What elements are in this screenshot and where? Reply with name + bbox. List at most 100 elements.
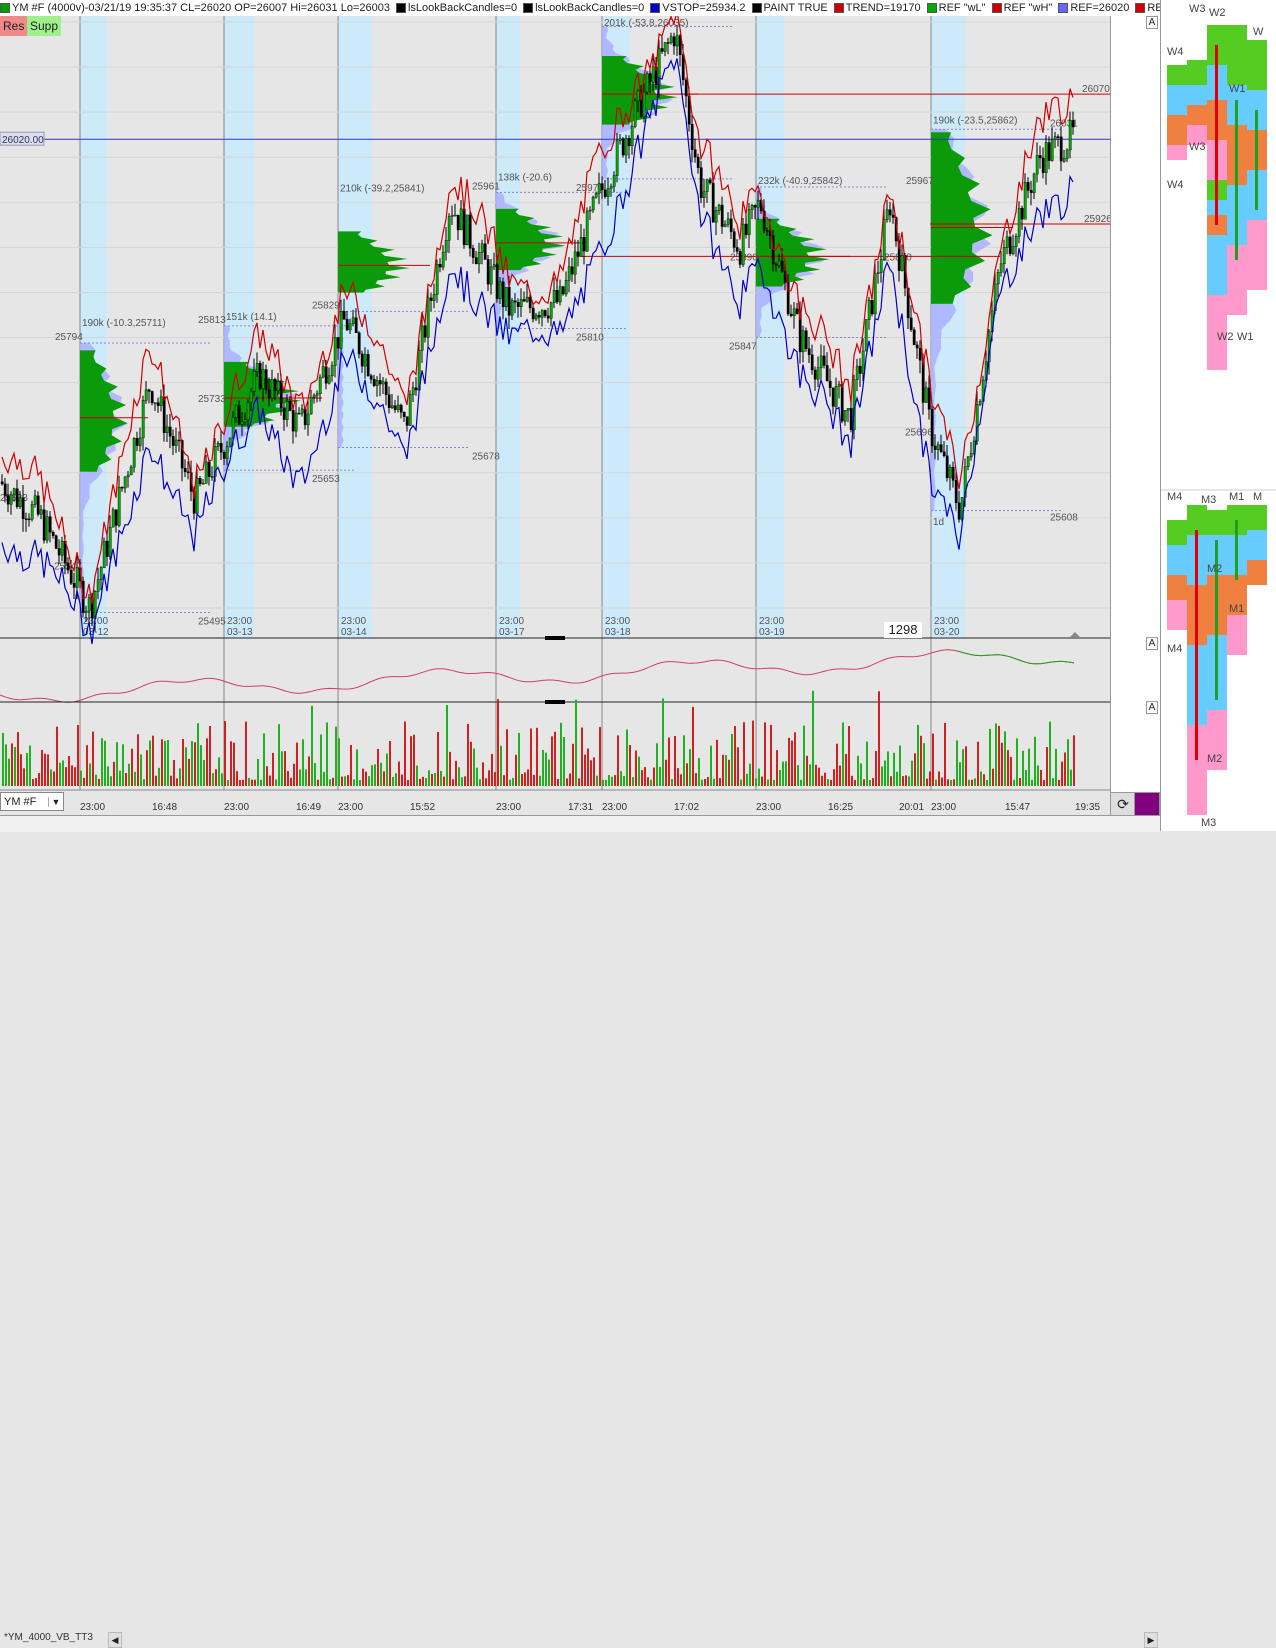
candle-body xyxy=(54,535,58,549)
volume-bar xyxy=(68,756,70,786)
price-axis[interactable] xyxy=(1110,16,1161,816)
profile-high-label: 25829 xyxy=(312,300,340,311)
volume-bar xyxy=(125,773,127,786)
volume-bar xyxy=(818,767,820,786)
candle-body xyxy=(3,483,7,496)
candle-body xyxy=(699,167,703,198)
candle-body xyxy=(411,387,415,395)
candle-body xyxy=(465,214,469,246)
volume-bar xyxy=(203,760,205,786)
candle-body xyxy=(636,90,640,102)
volume-bar xyxy=(317,779,319,786)
volume-bar xyxy=(788,737,790,786)
candle-body xyxy=(84,610,88,613)
candle-body xyxy=(807,348,811,356)
scroll-right-icon[interactable]: ▶ xyxy=(1144,1632,1158,1648)
volume-bar xyxy=(692,706,694,786)
chevron-down-icon[interactable]: ▼ xyxy=(48,796,63,807)
volume-bar xyxy=(1058,779,1060,786)
candle-body xyxy=(96,579,100,592)
autoscale-flag-osc[interactable]: A xyxy=(1146,637,1158,650)
candle-body xyxy=(315,393,319,396)
candle-body xyxy=(516,302,520,308)
candle-body xyxy=(156,402,160,406)
candle-body xyxy=(756,200,760,208)
candle-body xyxy=(513,300,517,303)
time-tick-label: 15:52 xyxy=(410,802,435,813)
candle-body xyxy=(939,444,943,452)
volume-bar xyxy=(998,725,1000,786)
candle-body xyxy=(1035,155,1039,175)
price-chart[interactable]: 190k (-10.3,25711)25794254952554723:0003… xyxy=(0,0,1160,815)
candle-body xyxy=(120,486,124,489)
candle-body xyxy=(123,476,127,489)
volume-bar xyxy=(650,779,652,786)
monthly-label: M1 xyxy=(1229,491,1244,503)
volume-bar xyxy=(83,777,85,786)
scroll-left-icon[interactable]: ◀ xyxy=(108,1632,122,1648)
volume-bar xyxy=(26,753,28,786)
volume-bar xyxy=(842,722,844,786)
candle-body xyxy=(978,401,982,405)
chart-tab[interactable]: *YM_4000_VB_TT3 xyxy=(0,1632,93,1643)
volume-bar xyxy=(704,778,706,786)
candle-body xyxy=(867,299,871,320)
volume-bar xyxy=(995,723,997,786)
instrument-selector[interactable]: YM #F ▼ xyxy=(0,792,64,811)
candle-body xyxy=(354,317,358,333)
profile-volume-label: 232k (-40.9,25842) xyxy=(758,176,843,187)
weekly-monthly-profiles: W3 W2W4W1WW3W4W2 W1M4 M3 M1 MM2M1M4M2M3 xyxy=(1161,3,1276,829)
volume-bar xyxy=(506,729,508,786)
volume-bar xyxy=(647,777,649,786)
candle-body xyxy=(843,410,847,422)
volume-bar xyxy=(191,741,193,786)
candle-body xyxy=(174,439,178,446)
chart-area[interactable]: 190k (-10.3,25711)25794254952554723:0003… xyxy=(0,0,1161,816)
candle-body xyxy=(642,91,646,117)
volume-bar xyxy=(221,773,223,786)
candle-body xyxy=(1014,236,1018,247)
volume-bar xyxy=(440,771,442,786)
candle-body xyxy=(792,308,796,317)
volume-bar xyxy=(752,720,754,786)
candle-body xyxy=(630,126,634,147)
volume-bar xyxy=(638,756,640,786)
volume-bar xyxy=(668,737,670,786)
volume-bar xyxy=(800,779,802,786)
candle-body xyxy=(387,394,391,408)
support-button[interactable]: Supp xyxy=(27,16,62,36)
candle-body xyxy=(816,367,820,380)
volume-bar xyxy=(989,728,991,786)
candle-body xyxy=(363,354,367,367)
panel-splitter-handle xyxy=(545,700,565,704)
candle-body xyxy=(183,467,187,472)
candle-body xyxy=(588,209,592,212)
session-time-label: 23:00 xyxy=(934,616,959,627)
candle-body xyxy=(426,297,430,338)
refresh-icon[interactable]: ⟳ xyxy=(1110,792,1136,816)
candle-body xyxy=(828,380,832,388)
candle-body xyxy=(453,214,457,217)
candle-body xyxy=(933,445,937,450)
volume-bar xyxy=(200,745,202,786)
candle-body xyxy=(507,286,511,316)
autoscale-flag-volume[interactable]: A xyxy=(1146,701,1158,714)
volume-bar xyxy=(1037,765,1039,786)
range-line xyxy=(1255,110,1258,210)
resistance-button[interactable]: Res xyxy=(0,16,28,36)
candle-body xyxy=(162,396,166,433)
volume-bar xyxy=(863,779,865,786)
autoscale-flag-price[interactable]: A xyxy=(1146,16,1158,29)
color-swatch-button[interactable] xyxy=(1134,792,1160,816)
candle-body xyxy=(333,337,337,366)
volume-bar xyxy=(815,764,817,786)
profile-block xyxy=(1167,600,1187,630)
volume-bar xyxy=(716,739,718,786)
volume-bar xyxy=(206,738,208,786)
candle-body xyxy=(723,223,727,227)
time-tick-label: 19:35 xyxy=(1075,802,1100,813)
volume-bar xyxy=(320,734,322,786)
volume-bar xyxy=(854,779,856,786)
volume-bar xyxy=(101,738,103,786)
volume-bar xyxy=(47,754,49,786)
